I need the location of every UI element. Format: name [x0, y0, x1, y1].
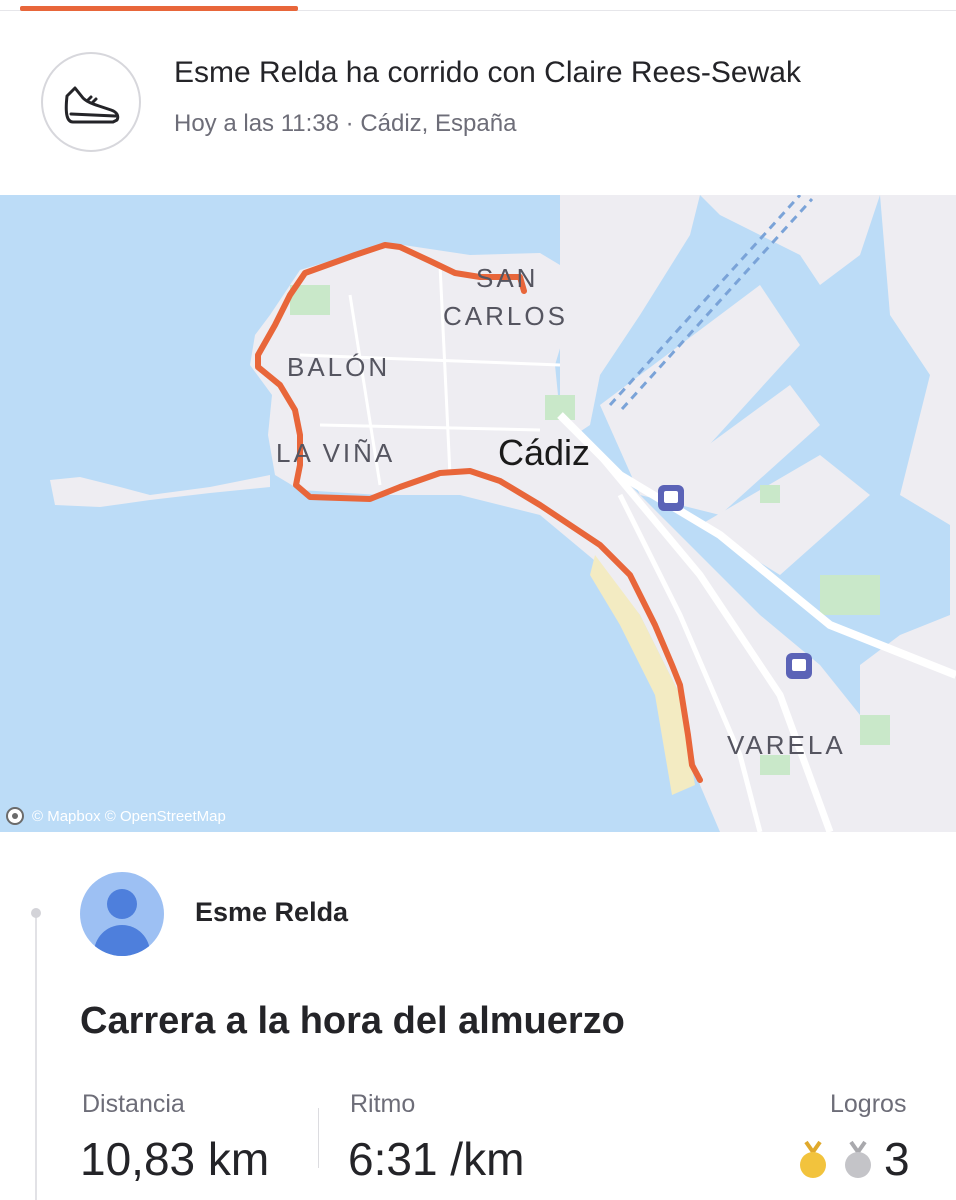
- gold-medal-icon: [800, 1140, 826, 1178]
- pace-label: Ritmo: [350, 1090, 416, 1118]
- stat-divider: [318, 1108, 319, 1168]
- distance-value: 10,83 km: [80, 1133, 270, 1185]
- activity-headline[interactable]: Esme Relda ha corrido con Claire Rees-Se…: [174, 56, 801, 90]
- mapbox-logo-icon[interactable]: [6, 807, 24, 825]
- pace-value: 6:31 /km: [348, 1133, 525, 1185]
- map-label-varela: VARELA: [727, 730, 846, 760]
- progress-indicator: [20, 6, 298, 11]
- activity-title[interactable]: Carrera a la hora del almuerzo: [80, 1000, 625, 1043]
- achievements-label: Logros: [830, 1090, 907, 1118]
- silver-medal-icon: [845, 1140, 871, 1178]
- timeline-dot: [31, 908, 41, 918]
- athlete-name[interactable]: Esme Relda: [195, 897, 348, 928]
- map-label-san: SAN: [476, 263, 539, 293]
- map-label-carlos: CARLOS: [443, 301, 568, 331]
- timeline-line: [35, 916, 37, 1200]
- activity-header: Esme Relda ha corrido con Claire Rees-Se…: [0, 40, 956, 170]
- map-label-la-vina: LA VIÑA: [276, 438, 396, 468]
- route-map[interactable]: SAN CARLOS BALÓN LA VIÑA Cádiz VARELA © …: [0, 195, 956, 832]
- map-attribution[interactable]: © Mapbox © OpenStreetMap: [6, 807, 226, 825]
- default-avatar-icon[interactable]: [80, 872, 164, 956]
- map-label-city: Cádiz: [498, 432, 591, 473]
- distance-label: Distancia: [82, 1090, 185, 1118]
- running-shoe-icon: [41, 52, 141, 152]
- attribution-text[interactable]: © Mapbox © OpenStreetMap: [32, 808, 226, 825]
- activity-time-location: Hoy a las 11:38 · Cádiz, España: [174, 110, 517, 137]
- map-label-balon: BALÓN: [287, 352, 391, 382]
- achievements-count: 3: [884, 1133, 910, 1185]
